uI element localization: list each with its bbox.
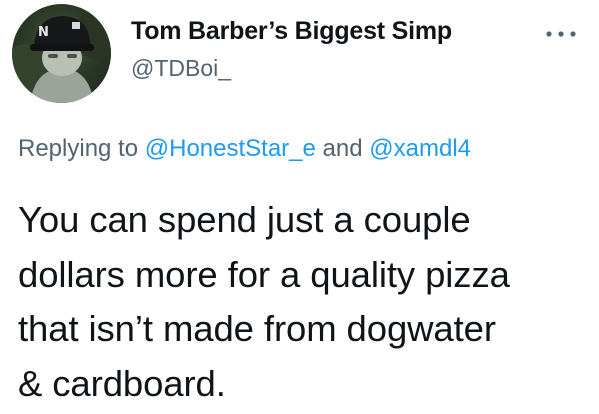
more-dots-icon — [546, 31, 576, 37]
user-handle[interactable]: @TDBoi_ — [131, 55, 231, 82]
replying-to-joiner: and — [315, 135, 370, 162]
replying-to: Replying to @HonestStar_e and @xamdl4 — [18, 135, 471, 163]
tweet-card: N Tom Barber’s Biggest Simp @TDBoi_ Repl… — [0, 0, 599, 414]
replying-to-prefix: Replying to — [18, 135, 145, 162]
mention-link[interactable]: @xamdl4 — [369, 135, 471, 162]
tweet-text-line: that isn’t made from dogwater — [18, 308, 496, 349]
display-name[interactable]: Tom Barber’s Biggest Simp — [131, 17, 452, 46]
tweet-text-line: dollars more for a quality pizza — [18, 253, 510, 295]
profile-avatar-icon: N — [12, 8, 111, 103]
tweet-text-line: You can spend just a couple — [18, 199, 471, 240]
svg-text:N: N — [38, 25, 49, 40]
more-options-button[interactable] — [543, 22, 579, 46]
mention-link[interactable]: @HonestStar_e — [145, 135, 316, 162]
tweet-text: You can spend just a couple dollars more… — [18, 193, 593, 411]
avatar[interactable]: N — [12, 4, 111, 103]
tweet-text-line: & cardboard. — [18, 362, 226, 404]
